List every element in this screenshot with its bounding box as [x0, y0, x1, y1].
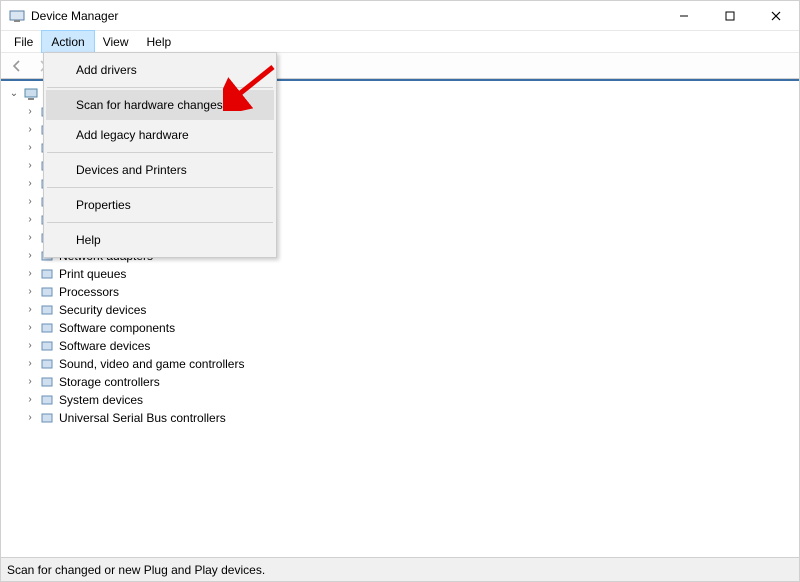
expand-icon[interactable]: › [23, 265, 37, 283]
category-label: Sound, video and game controllers [59, 355, 244, 373]
category-label: Security devices [59, 301, 146, 319]
expand-icon[interactable]: › [23, 103, 37, 121]
category-icon [39, 392, 55, 408]
expand-icon[interactable]: › [23, 409, 37, 427]
tree-category[interactable]: › Software components [3, 319, 797, 337]
category-icon [39, 356, 55, 372]
titlebar: Device Manager [1, 1, 799, 31]
menu-action[interactable]: Action [42, 31, 93, 52]
category-label: System devices [59, 391, 143, 409]
expand-icon[interactable]: › [23, 355, 37, 373]
app-icon [9, 8, 25, 24]
category-label: Print queues [59, 265, 126, 283]
expand-icon[interactable]: › [23, 175, 37, 193]
category-icon [39, 302, 55, 318]
menu-view[interactable]: View [94, 31, 138, 52]
menu-item[interactable]: Add drivers [46, 55, 274, 85]
category-label: Processors [59, 283, 119, 301]
menu-item[interactable]: Add legacy hardware [46, 120, 274, 150]
expand-icon[interactable]: › [23, 247, 37, 265]
collapse-icon[interactable]: ⌄ [7, 85, 21, 103]
statusbar: Scan for changed or new Plug and Play de… [1, 557, 799, 581]
window-controls [661, 1, 799, 30]
expand-icon[interactable]: › [23, 211, 37, 229]
category-icon [39, 374, 55, 390]
menu-file[interactable]: File [5, 31, 42, 52]
menu-item[interactable]: Help [46, 225, 274, 255]
menu-separator [47, 87, 273, 88]
expand-icon[interactable]: › [23, 373, 37, 391]
menu-item[interactable]: Devices and Printers [46, 155, 274, 185]
menu-separator [47, 222, 273, 223]
expand-icon[interactable]: › [23, 193, 37, 211]
category-icon [39, 320, 55, 336]
category-icon [39, 266, 55, 282]
tree-category[interactable]: › Sound, video and game controllers [3, 355, 797, 373]
window-title: Device Manager [31, 9, 118, 23]
menu-separator [47, 187, 273, 188]
tree-category[interactable]: › Software devices [3, 337, 797, 355]
computer-icon [23, 86, 39, 102]
expand-icon[interactable]: › [23, 229, 37, 247]
tree-category[interactable]: › Print queues [3, 265, 797, 283]
expand-icon[interactable]: › [23, 139, 37, 157]
category-label: Universal Serial Bus controllers [59, 409, 226, 427]
expand-icon[interactable]: › [23, 319, 37, 337]
menu-help[interactable]: Help [138, 31, 181, 52]
expand-icon[interactable]: › [23, 337, 37, 355]
tree-category[interactable]: › Storage controllers [3, 373, 797, 391]
expand-icon[interactable]: › [23, 121, 37, 139]
tree-category[interactable]: › Processors [3, 283, 797, 301]
back-button[interactable] [5, 55, 29, 77]
maximize-button[interactable] [707, 1, 753, 30]
menu-separator [47, 152, 273, 153]
close-button[interactable] [753, 1, 799, 30]
menu-item[interactable]: Properties [46, 190, 274, 220]
category-label: Software components [59, 319, 175, 337]
action-menu-dropdown: Add drivers Scan for hardware changesAdd … [43, 52, 277, 258]
tree-category[interactable]: › Universal Serial Bus controllers [3, 409, 797, 427]
category-label: Storage controllers [59, 373, 160, 391]
status-text: Scan for changed or new Plug and Play de… [7, 563, 265, 577]
category-icon [39, 410, 55, 426]
tree-category[interactable]: › System devices [3, 391, 797, 409]
tree-category[interactable]: › Security devices [3, 301, 797, 319]
menu-item[interactable]: Scan for hardware changes [46, 90, 274, 120]
expand-icon[interactable]: › [23, 301, 37, 319]
expand-icon[interactable]: › [23, 283, 37, 301]
menubar: File Action View Help [1, 31, 799, 53]
expand-icon[interactable]: › [23, 157, 37, 175]
minimize-button[interactable] [661, 1, 707, 30]
device-manager-window: Device Manager File Action View Help ⌄ .… [0, 0, 800, 582]
expand-icon[interactable]: › [23, 391, 37, 409]
category-icon [39, 284, 55, 300]
category-icon [39, 338, 55, 354]
category-label: Software devices [59, 337, 150, 355]
